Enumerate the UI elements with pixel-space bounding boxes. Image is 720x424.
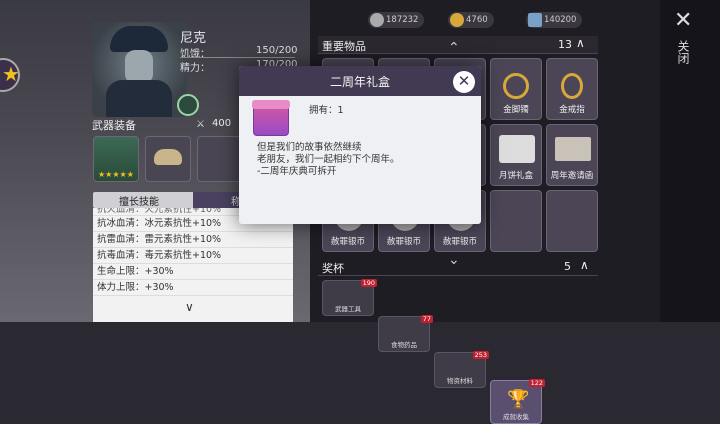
ring-icon [561,73,583,99]
close-label[interactable]: 关闭 [676,40,692,64]
item-detail-modal: 二周年礼盒 ✕ 拥有：1 但是我们的故事依然继续 老朋友，我们一起相约下个周年。… [239,66,481,224]
item-cell-mooncake-box[interactable]: 月饼礼盒 [490,124,542,186]
tab-achievements[interactable]: 🏆 122 成就收集 [490,379,545,424]
gift-box-icon [252,100,290,136]
skill-row: 抗雷血清：雷元素抗性+10% [93,232,293,248]
item-cell-gold-ring[interactable]: 金戒指 [546,58,598,120]
silver-icon [370,13,384,27]
trophy-icon: 🏆 [507,389,530,410]
owned-count: 拥有：1 [309,105,344,116]
weapon-slot-2[interactable] [145,136,191,182]
character-status-icon[interactable] [177,94,199,116]
scroll-up-icon[interactable]: ⌃ [448,40,472,56]
hunger-value: 150/200 [256,45,298,56]
weapon-slot-1[interactable]: ★★★★★ [93,136,139,182]
item-description: 但是我们的故事依然继续 老朋友，我们一起相约下个周年。 -二周年庆典可拆开 [257,142,400,177]
tab-food-medicine[interactable]: 77 食物药品 [378,315,433,352]
item-cell-gold-anklet[interactable]: 金脚镯 [490,58,542,120]
skill-row: 生命上限：+30% [93,264,293,280]
collapse-icon[interactable]: ∧ [576,36,585,50]
skills-list[interactable]: 抗火血清：火元素抗性+10% 抗冰血清：冰元素抗性+10% 抗雷血清：雷元素抗性… [93,208,293,322]
trophy-header: 奖杯 5 ∧ [318,258,598,276]
mooncake-box-icon [499,135,535,163]
letter-icon [555,137,591,161]
modal-title: 二周年礼盒 [329,75,390,89]
character-portrait [92,22,187,117]
tab-skills[interactable]: 擅长技能 [119,193,159,208]
weapon-slot-3[interactable] [197,136,243,182]
item-cell-anniversary-letter[interactable]: 周年邀请函 [546,124,598,186]
modal-close-button[interactable]: ✕ [453,71,475,93]
character-name: 尼克 [180,31,207,46]
gold-currency: 4760 [448,12,494,28]
tab-weapons-tools[interactable]: 190 武器工具 [322,279,377,316]
skill-row: 抗毒血清：毒元素抗性+10% [93,248,293,264]
silver-currency: 187232 [368,12,425,28]
collapse-icon[interactable]: ∧ [580,258,589,272]
chevron-down-icon[interactable]: ∨ [185,300,194,314]
ticket-currency: 140200 [526,12,583,28]
item-cell-empty[interactable] [490,190,542,252]
skill-row: 体力上限：+30% [93,280,293,296]
gold-coin-icon [450,13,464,27]
item-cell-empty[interactable] [546,190,598,252]
modal-header: 二周年礼盒 ✕ [239,66,481,96]
anklet-icon [503,73,529,99]
sword-icon: ⚔ [196,119,205,130]
close-x-icon[interactable]: ✕ [674,8,692,33]
tab-materials[interactable]: 253 物资材料 [434,351,489,388]
map-ticket-icon [528,13,542,27]
energy-label: 精力： [180,63,210,74]
weapon-section-title: 武器装备 [92,119,136,132]
durability-value: 400 [212,118,232,129]
